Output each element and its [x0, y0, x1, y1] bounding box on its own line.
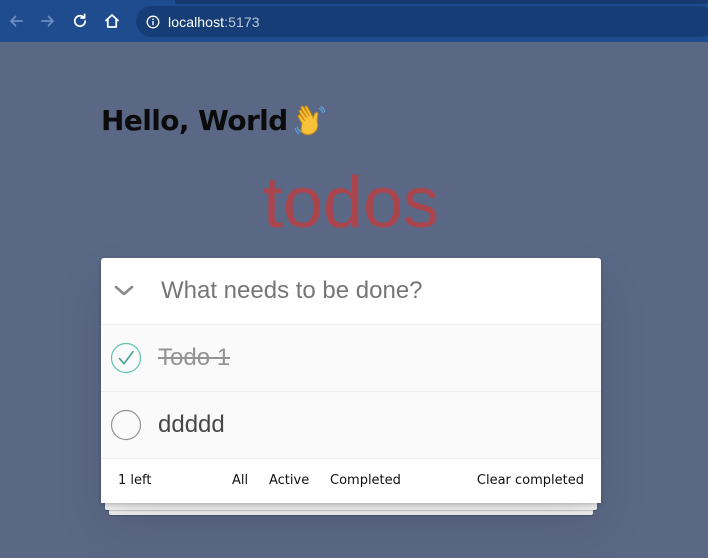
- home-icon[interactable]: [100, 9, 124, 33]
- app-title: todos: [262, 163, 440, 243]
- url-text[interactable]: localhost:5173: [168, 14, 260, 30]
- arrow-right-icon[interactable]: [36, 9, 60, 33]
- todo-footer: 1 left All Active Completed Clear comple…: [101, 459, 601, 503]
- url-port: :5173: [224, 13, 260, 30]
- todo-app-card: Todo 1 ddddd 1 left All Active Completed…: [101, 258, 601, 503]
- waving-hand-icon: [294, 104, 326, 137]
- new-todo-input[interactable]: [161, 272, 581, 310]
- todo-item[interactable]: Todo 1: [101, 325, 601, 392]
- chevron-down-icon[interactable]: [111, 278, 137, 304]
- tab-strip-edge: [175, 0, 708, 4]
- filter-active[interactable]: Active: [269, 473, 309, 488]
- arrow-left-icon[interactable]: [4, 9, 28, 33]
- empty-circle-icon[interactable]: [110, 409, 142, 441]
- address-bar[interactable]: localhost:5173: [136, 6, 708, 37]
- checkmark-circle-icon[interactable]: [110, 342, 142, 374]
- url-host: localhost: [168, 13, 225, 30]
- todo-label[interactable]: Todo 1: [158, 325, 230, 391]
- filter-completed[interactable]: Completed: [330, 473, 401, 488]
- info-icon[interactable]: [146, 15, 160, 29]
- new-todo-row: [101, 258, 601, 325]
- greeting-text: Hello, World: [101, 104, 288, 137]
- greeting-heading: Hello, World: [101, 104, 326, 137]
- filter-all[interactable]: All: [232, 473, 248, 488]
- items-left-count: 1 left: [118, 473, 152, 488]
- todo-label[interactable]: ddddd: [158, 392, 225, 458]
- browser-toolbar: localhost:5173: [0, 0, 708, 42]
- clear-completed-button[interactable]: Clear completed: [477, 473, 584, 488]
- todo-item[interactable]: ddddd: [101, 392, 601, 459]
- reload-icon[interactable]: [68, 9, 92, 33]
